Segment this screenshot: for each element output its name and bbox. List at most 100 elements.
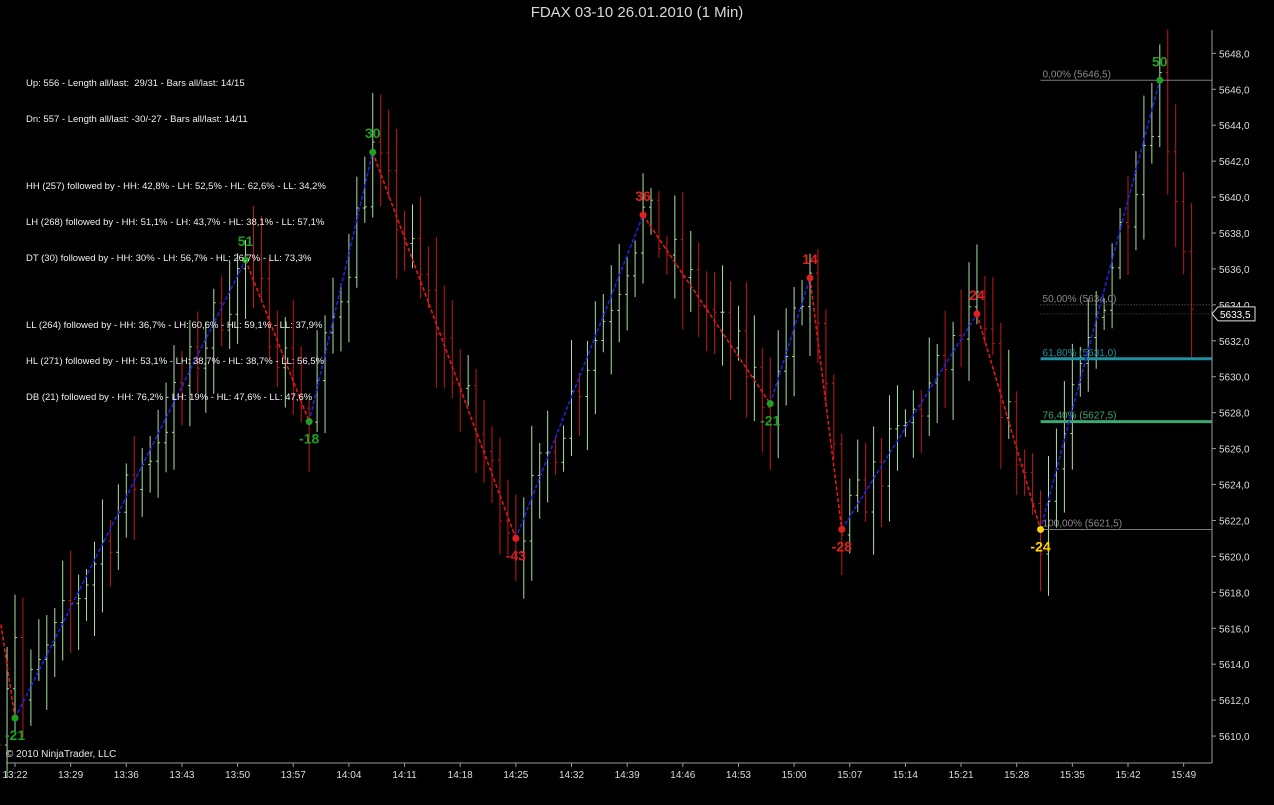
- fib-level-label: 0,00% (5646,5): [1043, 69, 1111, 80]
- swing-point: [369, 148, 377, 156]
- ohlc-bar: [1181, 172, 1186, 275]
- stats-db-line: DB (21) followed by - HH: 76,2% - LH: 19…: [26, 392, 313, 403]
- ohlc-bar: [712, 272, 717, 354]
- ohlc-bar: [951, 321, 956, 420]
- swing-point: [305, 418, 313, 426]
- swing-label: 30: [365, 125, 381, 141]
- y-tick-label: 5626,0: [1219, 445, 1250, 456]
- ohlc-bar: [911, 390, 916, 458]
- x-tick-label: 15:42: [1115, 770, 1140, 781]
- ohlc-bar: [990, 277, 995, 356]
- y-tick-label: 5648,0: [1219, 49, 1250, 60]
- ohlc-bar: [688, 230, 693, 313]
- ohlc-bar: [664, 235, 669, 275]
- swing-point: [512, 534, 520, 542]
- ohlc-bar: [1133, 151, 1138, 251]
- ohlc-bar: [680, 191, 685, 330]
- x-tick-label: 14:25: [503, 770, 528, 781]
- ohlc-bar: [943, 310, 948, 409]
- ohlc-bar: [362, 156, 367, 223]
- swing-label: -43: [506, 547, 526, 563]
- x-tick-label: 14:39: [615, 770, 640, 781]
- stats-hl-line: HL (271) followed by - HH: 53,1% - LH: 3…: [26, 356, 324, 367]
- x-tick-label: 15:28: [1004, 770, 1029, 781]
- x-tick-label: 13:36: [114, 770, 139, 781]
- ohlc-bar: [672, 195, 677, 299]
- ohlc-bar: [410, 204, 415, 269]
- x-tick-label: 15:00: [782, 770, 807, 781]
- x-tick-label: 13:29: [58, 770, 83, 781]
- y-tick-label: 5618,0: [1219, 588, 1250, 599]
- swing-point: [639, 211, 647, 219]
- ohlc-bar: [760, 347, 765, 453]
- x-tick-label: 14:53: [726, 770, 751, 781]
- ohlc-bar: [696, 242, 701, 338]
- fib-level-label: 61,80% (5631,0): [1043, 348, 1117, 359]
- ohlc-bar: [617, 243, 622, 343]
- y-tick-label: 5610,0: [1219, 732, 1250, 743]
- y-tick-label: 5640,0: [1219, 193, 1250, 204]
- y-tick-label: 5632,0: [1219, 337, 1250, 348]
- swing-point: [1156, 76, 1164, 84]
- ohlc-bar: [601, 293, 606, 353]
- ohlc-bar: [1126, 175, 1130, 275]
- swing-up-line: [769, 277, 811, 404]
- stats-lh-line: LH (268) followed by - HH: 51,1% - LH: 4…: [26, 217, 325, 228]
- x-tick-label: 15:07: [837, 770, 862, 781]
- ohlc-bar: [744, 282, 749, 418]
- swing-down-line: [371, 151, 517, 539]
- fib-level-label: 100,00% (5621,5): [1043, 518, 1123, 529]
- swing-down-line: [0, 624, 16, 719]
- y-tick-label: 5646,0: [1219, 85, 1250, 96]
- ohlc-bar: [728, 281, 733, 401]
- ohlc-bar: [482, 399, 487, 484]
- ohlc-bar: [386, 109, 391, 199]
- y-tick-label: 5612,0: [1219, 696, 1250, 707]
- ohlc-bar: [831, 374, 836, 459]
- ohlc-bar: [720, 265, 725, 366]
- swing-point: [806, 274, 814, 282]
- x-tick-label: 15:14: [893, 770, 918, 781]
- swing-label: -18: [299, 431, 319, 447]
- y-tick-label: 5638,0: [1219, 229, 1250, 240]
- swing-statistics-panel: Up: 556 - Length all/last: 29/31 - Bars …: [26, 54, 326, 416]
- ohlc-bar: [935, 344, 940, 423]
- ohlc-bar: [100, 499, 105, 613]
- swing-label: 36: [635, 188, 651, 204]
- last-price-label: 5633,5: [1220, 310, 1251, 321]
- swing-point: [11, 714, 19, 722]
- y-tick-label: 5636,0: [1219, 265, 1250, 276]
- y-tick-label: 5644,0: [1219, 121, 1250, 132]
- ohlc-bar: [561, 425, 566, 472]
- stats-dt-line: DT (30) followed by - HH: 30% - LH: 56,7…: [26, 253, 312, 264]
- ohlc-bar: [0, 744, 2, 746]
- ohlc-bar: [116, 484, 121, 570]
- y-tick-label: 5642,0: [1219, 157, 1250, 168]
- ohlc-bar: [1054, 428, 1059, 528]
- ohlc-bar: [903, 409, 908, 437]
- ohlc-bar: [625, 257, 630, 331]
- ohlc-bar: [434, 236, 439, 388]
- ohlc-bar: [474, 369, 479, 473]
- ohlc-bar: [60, 560, 65, 661]
- ohlc-bar: [895, 385, 900, 471]
- ohlc-bar: [490, 426, 494, 503]
- x-tick-label: 14:11: [392, 770, 417, 781]
- ohlc-bar: [450, 300, 455, 399]
- ohlc-bar: [505, 479, 510, 556]
- ohlc-bar: [20, 597, 25, 738]
- ohlc-bar: [378, 94, 383, 207]
- swing-point: [766, 400, 774, 408]
- ohlc-bar: [1086, 299, 1091, 392]
- ohlc-bar: [736, 305, 741, 361]
- swing-label: -24: [1030, 538, 1050, 554]
- swing-label: -21: [5, 727, 25, 743]
- x-tick-label: 15:21: [949, 770, 974, 781]
- stats-ll-line: LL (264) followed by - HH: 36,7% - LH: 6…: [26, 320, 323, 331]
- ohlc-bar: [967, 262, 971, 381]
- ohlc-bar: [609, 265, 614, 375]
- ohlc-bar: [44, 614, 49, 710]
- x-tick-label: 14:46: [670, 770, 695, 781]
- copyright-notice: © 2010 NinjaTrader, LLC: [6, 749, 117, 760]
- swing-label: 14: [802, 251, 818, 267]
